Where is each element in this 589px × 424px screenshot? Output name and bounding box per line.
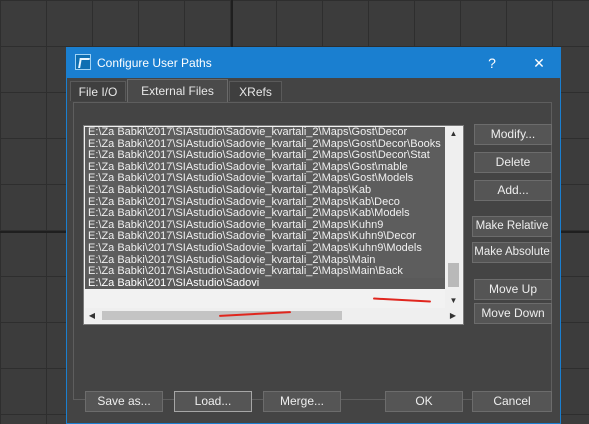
make-relative-button[interactable]: Make Relative xyxy=(472,216,552,237)
list-item[interactable]: E:\Za Babki\2017\SIAstudio\Sadovie_kvart… xyxy=(85,242,445,255)
vertical-scrollbar[interactable]: ▲ ▼ xyxy=(445,127,462,308)
tab-xrefs[interactable]: XRefs xyxy=(229,81,282,101)
tab-bar: File I/O External Files XRefs xyxy=(67,79,560,102)
close-button[interactable]: ✕ xyxy=(528,53,550,73)
scroll-down-arrow-icon[interactable]: ▼ xyxy=(445,294,462,308)
add-button[interactable]: Add... xyxy=(474,180,552,201)
delete-button[interactable]: Delete xyxy=(474,152,552,173)
paths-listbox[interactable]: E:\Za Babki\2017\SIAstudio\Sadovie_kvart… xyxy=(83,125,464,325)
list-item[interactable]: E:\Za Babki\2017\SIAstudio\Sadovie_kvart… xyxy=(85,266,445,278)
tab-file-io[interactable]: File I/O xyxy=(70,81,126,101)
configure-user-paths-dialog: Configure User Paths ? ✕ File I/O Extern… xyxy=(66,47,561,424)
save-as-button[interactable]: Save as... xyxy=(85,391,163,412)
app-icon xyxy=(75,54,91,70)
list-item[interactable]: E:\Za Babki\2017\SIAstudio\Sadovie_kvart… xyxy=(85,208,445,220)
scroll-left-arrow-icon[interactable]: ◀ xyxy=(85,308,99,323)
list-item[interactable]: E:\Za Babki\2017\SIAstudio\Sadovie_kvart… xyxy=(85,127,445,139)
list-item[interactable]: E:\Za Babki\2017\SIAstudio\Sadovie_kvart… xyxy=(85,184,445,197)
title-bar[interactable]: Configure User Paths ? ✕ xyxy=(67,48,560,78)
dialog-title: Configure User Paths xyxy=(97,56,212,70)
make-absolute-button[interactable]: Make Absolute xyxy=(472,242,552,263)
scroll-up-arrow-icon[interactable]: ▲ xyxy=(445,127,462,141)
load-button[interactable]: Load... xyxy=(174,391,252,412)
vertical-scroll-thumb[interactable] xyxy=(448,263,459,287)
move-up-button[interactable]: Move Up xyxy=(474,279,552,300)
paths-list: E:\Za Babki\2017\SIAstudio\Sadovie_kvart… xyxy=(85,127,445,310)
list-item[interactable]: E:\Za Babki\2017\SIAstudio\Sadovi xyxy=(85,277,445,290)
cancel-button[interactable]: Cancel xyxy=(472,391,552,412)
tab-external-files[interactable]: External Files xyxy=(127,79,228,102)
merge-button[interactable]: Merge... xyxy=(263,391,341,412)
move-down-button[interactable]: Move Down xyxy=(474,303,552,324)
scroll-right-arrow-icon[interactable]: ▶ xyxy=(446,308,460,323)
modify-button[interactable]: Modify... xyxy=(474,124,552,145)
help-button[interactable]: ? xyxy=(481,53,503,73)
horizontal-scrollbar[interactable]: ◀ ▶ xyxy=(85,308,462,323)
ok-button[interactable]: OK xyxy=(385,391,463,412)
